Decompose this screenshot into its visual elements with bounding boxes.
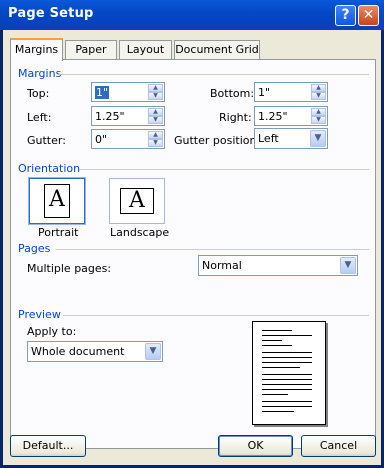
- portrait-icon: A: [44, 184, 70, 218]
- help-button[interactable]: ?: [335, 5, 356, 26]
- pages-section-title: Pages: [18, 242, 51, 255]
- multiple-pages-value: Normal: [202, 259, 242, 272]
- tab-document-grid[interactable]: Document Grid: [174, 40, 260, 60]
- title-bar[interactable]: Page Setup ? ✕: [0, 0, 384, 30]
- gutter-position-value: Left: [258, 132, 279, 145]
- bottom-label: Bottom:: [210, 87, 255, 100]
- spin-up-icon[interactable]: ▲: [148, 131, 163, 139]
- left-label: Left:: [27, 111, 52, 124]
- page-preview: [252, 321, 326, 425]
- gutter-spinner[interactable]: 0" ▲ ▼: [91, 129, 165, 149]
- margins-panel: Margins Top: 1" ▲ ▼ Bottom: 1" ▲ ▼ Left: 1…: [10, 59, 376, 449]
- ok-button[interactable]: OK: [218, 435, 293, 457]
- close-button[interactable]: ✕: [358, 5, 379, 26]
- dialog-body: Margins Paper Layout Document Grid Margi…: [3, 30, 381, 465]
- apply-to-value: Whole document: [31, 345, 125, 358]
- tab-paper[interactable]: Paper: [65, 40, 117, 60]
- preview-section-title: Preview: [18, 308, 61, 321]
- tab-margins[interactable]: Margins: [10, 38, 63, 61]
- portrait-label: Portrait: [38, 226, 79, 239]
- landscape-option[interactable]: A: [109, 178, 165, 224]
- cancel-button[interactable]: Cancel: [301, 435, 376, 457]
- spin-down-icon[interactable]: ▼: [311, 116, 326, 124]
- landscape-label: Landscape: [110, 226, 170, 239]
- bottom-margin-value: 1": [258, 86, 271, 99]
- margins-section-title: Margins: [18, 67, 62, 80]
- chevron-down-icon[interactable]: ▼: [340, 257, 356, 274]
- preview-separator: [63, 315, 369, 316]
- left-margin-value: 1.25": [95, 110, 125, 123]
- top-margin-value: 1": [95, 86, 110, 99]
- gutter-position-select[interactable]: Left ▼: [254, 128, 328, 149]
- multiple-pages-select[interactable]: Normal ▼: [198, 255, 358, 276]
- spin-up-icon[interactable]: ▲: [148, 84, 163, 92]
- spin-down-icon[interactable]: ▼: [148, 139, 163, 147]
- spin-down-icon[interactable]: ▼: [148, 116, 163, 124]
- spin-down-icon[interactable]: ▼: [311, 92, 326, 100]
- orientation-section-title: Orientation: [18, 162, 81, 175]
- gutter-position-label: Gutter position:: [174, 134, 261, 147]
- chevron-down-icon[interactable]: ▼: [145, 343, 161, 360]
- page-setup-dialog: Page Setup ? ✕ Margins Paper Layout Docu…: [0, 0, 384, 468]
- gutter-label: Gutter:: [27, 134, 66, 147]
- chevron-down-icon[interactable]: ▼: [310, 130, 326, 147]
- spin-up-icon[interactable]: ▲: [311, 84, 326, 92]
- spin-up-icon[interactable]: ▲: [311, 108, 326, 116]
- margins-separator: [59, 74, 369, 75]
- orientation-separator: [79, 169, 369, 170]
- right-margin-value: 1.25": [258, 110, 288, 123]
- right-label: Right:: [219, 111, 252, 124]
- gutter-value: 0": [95, 133, 108, 146]
- left-margin-spinner[interactable]: 1.25" ▲ ▼: [91, 106, 165, 126]
- top-label: Top:: [27, 87, 50, 100]
- pages-separator: [56, 249, 369, 250]
- apply-to-label: Apply to:: [27, 325, 77, 338]
- portrait-option[interactable]: A: [28, 177, 86, 225]
- bottom-margin-spinner[interactable]: 1" ▲ ▼: [254, 82, 328, 102]
- spin-up-icon[interactable]: ▲: [148, 108, 163, 116]
- dialog-title: Page Setup: [8, 6, 94, 21]
- right-margin-spinner[interactable]: 1.25" ▲ ▼: [254, 106, 328, 126]
- multiple-pages-label: Multiple pages:: [27, 262, 112, 275]
- tab-layout[interactable]: Layout: [119, 40, 172, 60]
- landscape-icon: A: [120, 188, 154, 214]
- default-button[interactable]: Default...: [10, 435, 86, 457]
- spin-down-icon[interactable]: ▼: [148, 92, 163, 100]
- top-margin-spinner[interactable]: 1" ▲ ▼: [91, 82, 165, 102]
- apply-to-select[interactable]: Whole document ▼: [27, 341, 163, 362]
